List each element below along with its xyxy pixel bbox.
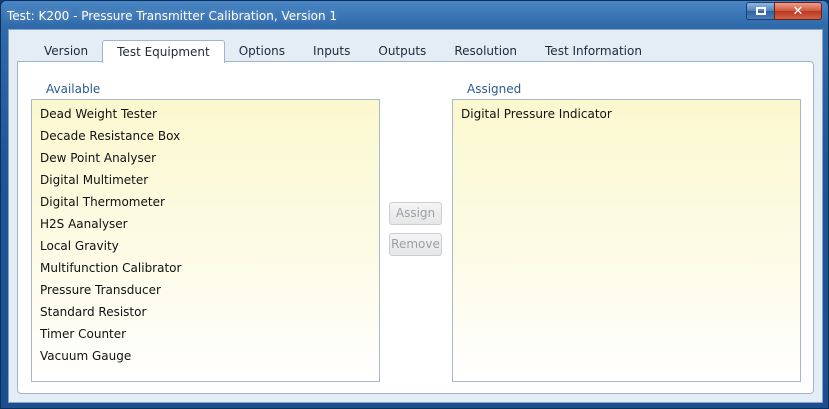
tab-options[interactable]: Options bbox=[225, 40, 299, 62]
tab-resolution[interactable]: Resolution bbox=[440, 40, 531, 62]
list-item[interactable]: Decade Resistance Box bbox=[32, 125, 379, 147]
assigned-list[interactable]: Digital Pressure Indicator bbox=[452, 99, 801, 382]
list-item[interactable]: Standard Resistor bbox=[32, 301, 379, 323]
restore-button[interactable] bbox=[746, 2, 774, 20]
tab-test-information[interactable]: Test Information bbox=[531, 40, 656, 62]
client-area: Version Test Equipment Options Inputs Ou… bbox=[8, 29, 823, 403]
tab-test-equipment[interactable]: Test Equipment bbox=[102, 40, 225, 63]
test-equipment-panel: Available Assigned Dead Weight Tester De… bbox=[17, 61, 814, 394]
assigned-label: Assigned bbox=[467, 82, 522, 96]
tab-inputs[interactable]: Inputs bbox=[299, 40, 364, 62]
restore-icon bbox=[755, 7, 766, 15]
list-item[interactable]: Multifunction Calibrator bbox=[32, 257, 379, 279]
app-window: Test: K200 - Pressure Transmitter Calibr… bbox=[0, 0, 829, 409]
title-bar[interactable]: Test: K200 - Pressure Transmitter Calibr… bbox=[1, 1, 828, 29]
list-item[interactable]: Dew Point Analyser bbox=[32, 147, 379, 169]
available-list[interactable]: Dead Weight Tester Decade Resistance Box… bbox=[31, 99, 380, 382]
available-label: Available bbox=[46, 82, 101, 96]
assign-button[interactable]: Assign bbox=[389, 202, 442, 225]
list-item[interactable]: Dead Weight Tester bbox=[32, 103, 379, 125]
list-item[interactable]: Timer Counter bbox=[32, 323, 379, 345]
list-item[interactable]: Digital Thermometer bbox=[32, 191, 379, 213]
list-item[interactable]: Vacuum Gauge bbox=[32, 345, 379, 367]
tab-outputs[interactable]: Outputs bbox=[364, 40, 440, 62]
close-button[interactable]: ✕ bbox=[774, 2, 822, 20]
list-item[interactable]: Digital Pressure Indicator bbox=[453, 103, 800, 125]
window-controls: ✕ bbox=[746, 2, 822, 20]
window-title: Test: K200 - Pressure Transmitter Calibr… bbox=[7, 9, 338, 23]
list-item[interactable]: Digital Multimeter bbox=[32, 169, 379, 191]
tab-version[interactable]: Version bbox=[30, 40, 102, 62]
close-icon: ✕ bbox=[792, 3, 804, 19]
list-item[interactable]: H2S Aanalyser bbox=[32, 213, 379, 235]
list-item[interactable]: Local Gravity bbox=[32, 235, 379, 257]
tab-strip: Version Test Equipment Options Inputs Ou… bbox=[30, 40, 656, 63]
remove-button[interactable]: Remove bbox=[389, 233, 442, 256]
list-item[interactable]: Pressure Transducer bbox=[32, 279, 379, 301]
